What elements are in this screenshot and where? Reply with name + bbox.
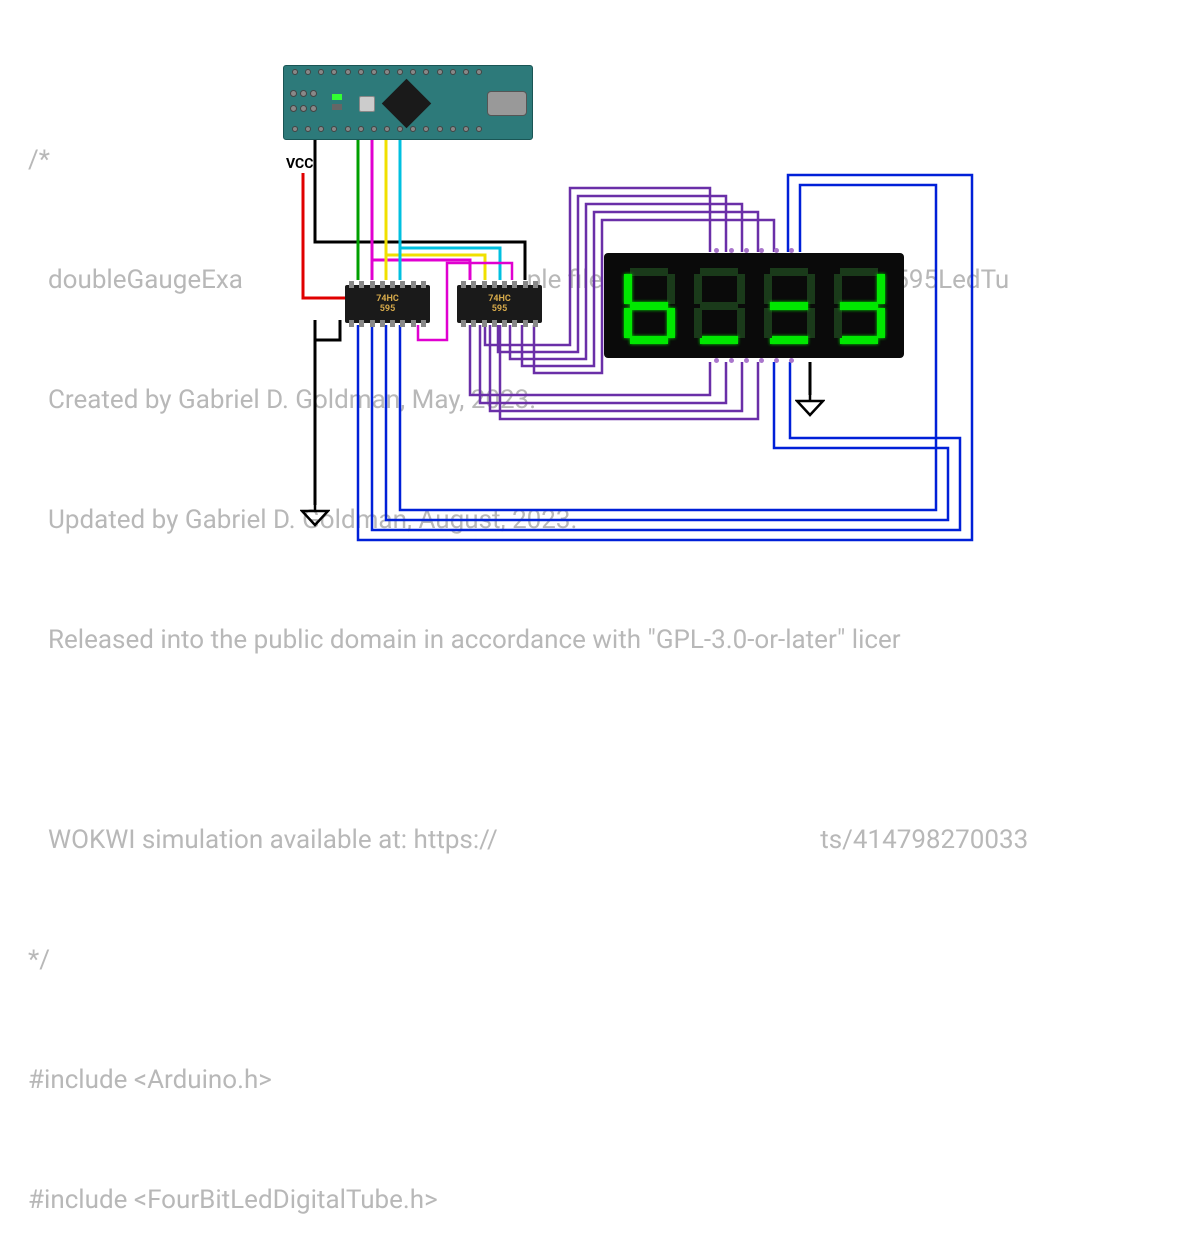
- code-line: /*: [28, 140, 1028, 180]
- code-line: */: [28, 940, 1028, 980]
- code-line: Created by Gabriel D. Goldman, May, 2023…: [28, 380, 1028, 420]
- code-line: doubleGaugeExa ple file to demonstrate T…: [28, 260, 1028, 300]
- code-background: /* doubleGaugeExa ple file to demonstrat…: [28, 60, 1028, 1260]
- code-line: #include <Arduino.h>: [28, 1060, 1028, 1100]
- code-line: Released into the public domain in accor…: [28, 620, 1028, 660]
- code-line: Updated by Gabriel D. Goldman, August, 2…: [28, 500, 1028, 540]
- code-line: WOKWI simulation available at: https:// …: [28, 820, 1028, 860]
- code-line: #include <FourBitLedDigitalTube.h>: [28, 1180, 1028, 1220]
